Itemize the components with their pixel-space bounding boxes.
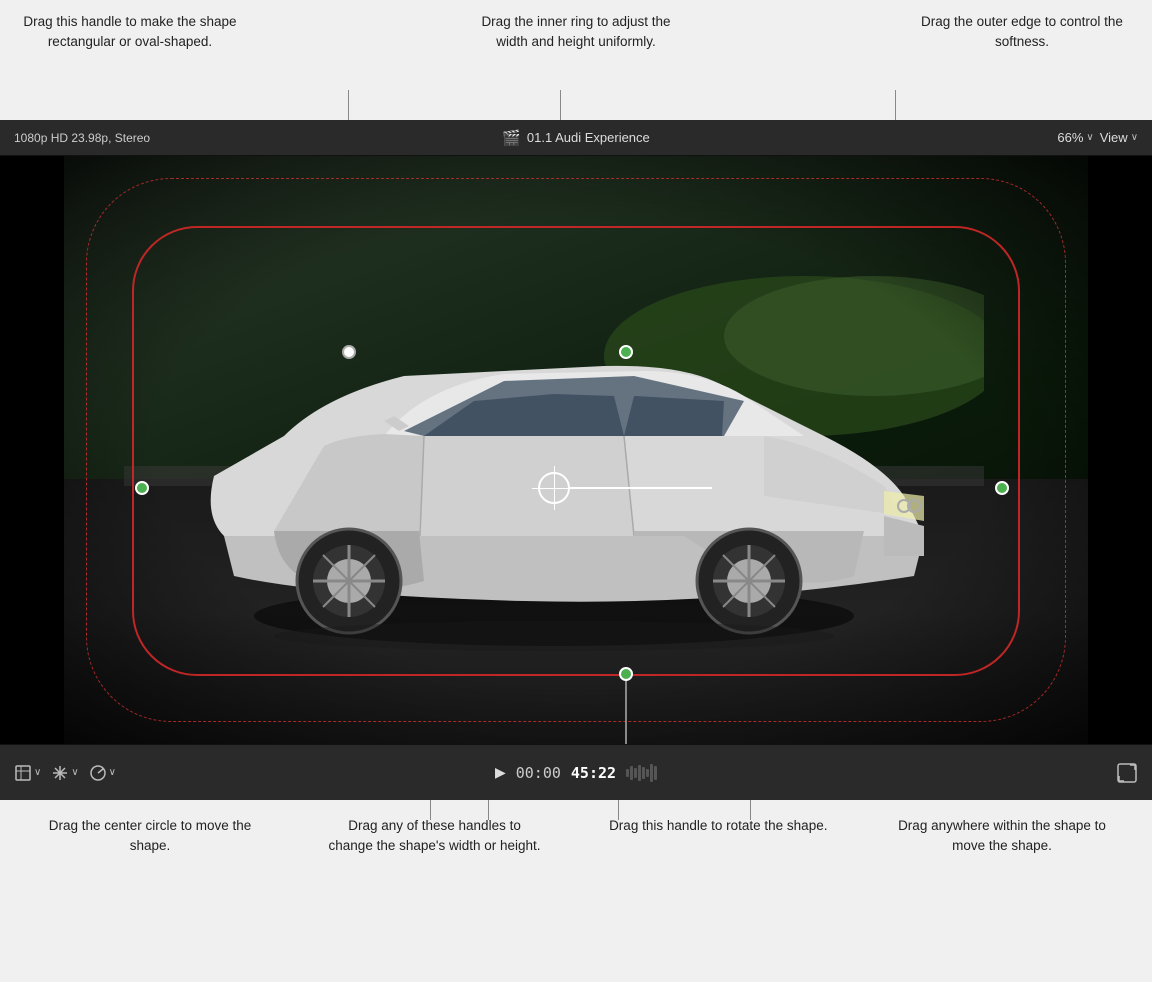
controls-right[interactable]: [857, 762, 1152, 784]
speed-button[interactable]: ∨: [89, 764, 116, 782]
transform-button[interactable]: ∨: [51, 764, 78, 782]
connector-bottom-drag: [750, 800, 751, 820]
annotation-bottom-right: Drag anywhere within the shape to move t…: [892, 816, 1112, 855]
waveform-bar: [634, 768, 637, 778]
car-background: [64, 156, 1088, 744]
annotation-bottom-center-left: Drag any of these handles to change the …: [325, 816, 545, 855]
video-canvas: [0, 156, 1152, 744]
play-button[interactable]: ▶: [495, 764, 506, 781]
annotation-bottom: Drag the center circle to move the shape…: [0, 800, 1152, 982]
annotation-top-left-text: Drag this handle to make the shape recta…: [20, 12, 240, 51]
connector-line-top-right: [895, 90, 896, 122]
view-chevron-icon: ∨: [1131, 132, 1138, 143]
speed-chevron-icon: ∨: [109, 767, 116, 778]
center-to-right-line: [570, 487, 712, 489]
timecode-current: 45:22: [571, 764, 616, 782]
toolbar-center: 🎬 01.1 Audi Experience: [389, 129, 764, 147]
viewer: 1080p HD 23.98p, Stereo 🎬 01.1 Audi Expe…: [0, 120, 1152, 800]
connector-bottom-handles: [430, 800, 431, 820]
annotation-bottom-center-left-text: Drag any of these handles to change the …: [325, 816, 545, 855]
annotation-top: Drag this handle to make the shape recta…: [0, 0, 1152, 120]
waveform-bar: [638, 765, 641, 781]
transform-chevron-icon: ∨: [71, 767, 78, 778]
car-image: [124, 236, 984, 656]
shape-handle-center[interactable]: [538, 472, 570, 504]
shape-handle-top-center[interactable]: [619, 345, 633, 359]
crop-chevron-icon: ∨: [34, 767, 41, 778]
waveform-bar: [642, 767, 645, 779]
timecode-prefix: 00:00: [516, 764, 561, 782]
film-icon: 🎬: [502, 129, 521, 147]
annotation-top-right-text: Drag the outer edge to control the softn…: [912, 12, 1132, 51]
annotation-bottom-center-right-text: Drag this handle to rotate the shape.: [609, 816, 827, 836]
crop-icon: [14, 764, 32, 782]
controls-left[interactable]: ∨ ∨ ∨: [0, 764, 295, 782]
shape-handle-bottom[interactable]: [619, 667, 633, 681]
waveform-bar: [630, 766, 633, 780]
controls-center[interactable]: ▶ 00:00 45:22: [295, 763, 857, 783]
zoom-button[interactable]: 66% ∨: [1057, 130, 1093, 145]
toolbar-right[interactable]: 66% ∨ View ∨: [763, 130, 1152, 145]
zoom-level: 66%: [1057, 130, 1083, 145]
crop-button[interactable]: ∨: [14, 764, 41, 782]
waveform: [626, 763, 657, 783]
connector-bottom-center: [488, 800, 489, 820]
annotation-top-center-text: Drag the inner ring to adjust the width …: [466, 12, 686, 51]
shape-handle-right[interactable]: [995, 481, 1009, 495]
annotation-bottom-left: Drag the center circle to move the shape…: [40, 816, 260, 855]
format-text: 1080p HD 23.98p, Stereo: [14, 131, 150, 145]
play-icon: ▶: [495, 764, 506, 780]
connector-line-top-center: [560, 90, 561, 122]
shape-handle-left[interactable]: [135, 481, 149, 495]
annotation-bottom-right-text: Drag anywhere within the shape to move t…: [892, 816, 1112, 855]
waveform-bar: [650, 764, 653, 782]
waveform-bar: [654, 766, 657, 780]
waveform-bar: [626, 769, 629, 777]
view-button[interactable]: View ∨: [1100, 130, 1138, 145]
view-label: View: [1100, 130, 1128, 145]
annotation-bottom-left-text: Drag the center circle to move the shape…: [40, 816, 260, 855]
expand-icon: [1116, 762, 1138, 784]
zoom-chevron-icon: ∨: [1086, 132, 1093, 143]
viewer-toolbar: 1080p HD 23.98p, Stereo 🎬 01.1 Audi Expe…: [0, 120, 1152, 156]
annotation-top-left: Drag this handle to make the shape recta…: [20, 8, 240, 51]
annotation-bottom-center-right: Drag this handle to rotate the shape.: [609, 816, 827, 836]
bottom-controls: ∨ ∨ ∨ ▶ 0: [0, 744, 1152, 800]
waveform-bar: [646, 769, 649, 777]
connector-bottom-rotate: [618, 800, 619, 820]
annotation-top-center: Drag the inner ring to adjust the width …: [466, 8, 686, 51]
transform-icon: [51, 764, 69, 782]
clip-title: 01.1 Audi Experience: [527, 130, 650, 145]
shape-handle-top-left[interactable]: [342, 345, 356, 359]
expand-button[interactable]: [1116, 762, 1138, 784]
annotation-top-right: Drag the outer edge to control the softn…: [912, 8, 1132, 51]
format-label: 1080p HD 23.98p, Stereo: [0, 131, 389, 145]
speed-icon: [89, 764, 107, 782]
connector-line-top-left: [348, 90, 349, 122]
rotate-line: [625, 674, 627, 744]
